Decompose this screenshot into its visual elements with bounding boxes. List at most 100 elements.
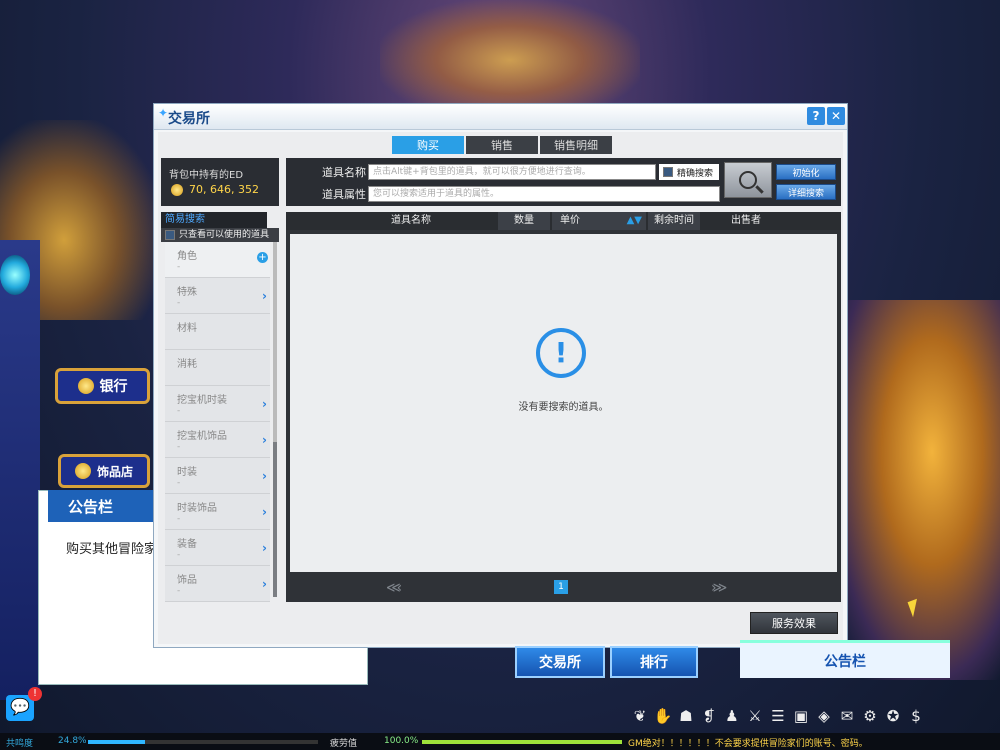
next-page-icon[interactable]: ›≫ — [711, 580, 727, 596]
list-icon[interactable]: ☰ — [768, 706, 788, 726]
category-item[interactable]: 饰品 - › — [165, 566, 270, 602]
bank-sign[interactable]: 银行 — [55, 368, 150, 404]
background-glow — [380, 0, 640, 120]
col-quantity[interactable]: 数量 — [498, 212, 550, 230]
coin-icon — [74, 463, 91, 479]
pagination: ≪‹ 1 ›≫ — [286, 576, 841, 598]
resonance-label: 共鸣度 — [6, 739, 34, 749]
unit-price-label: 单价 — [560, 215, 580, 226]
ranking-button[interactable]: 排行 — [610, 646, 698, 678]
usable-only-checkbox[interactable]: 只查看可以使用的道具 — [161, 228, 279, 242]
sort-icon[interactable]: ▲▼ — [627, 212, 642, 230]
ed-coin-icon — [171, 183, 183, 196]
category-item[interactable]: 时装饰品 - › — [165, 494, 270, 530]
results-panel: 道具名称 数量 单价 ▲▼ 剩余时间 出售者 ! 没有要搜索的道具。 ≪‹ 1 ›… — [286, 212, 841, 602]
category-item[interactable]: 挖宝机时装 - › — [165, 386, 270, 422]
category-scrollbar[interactable] — [273, 242, 277, 597]
help-button[interactable]: ? — [807, 107, 825, 125]
bag-icon[interactable]: ☗ — [676, 706, 696, 726]
menu-tray: ❦ ✋ ☗ ❡ ♟ ⚔ ☰ ▣ ◈ ✉ ⚙ ✪ $ — [630, 706, 926, 726]
scroll-thumb[interactable] — [273, 442, 277, 597]
category-item[interactable]: 挖宝机饰品 - › — [165, 422, 270, 458]
fatigue-value: 100.0% — [384, 736, 419, 746]
chat-icon: 💬 — [10, 697, 30, 716]
empty-message: 没有要搜索的道具。 — [518, 402, 609, 413]
pet-icon[interactable]: ✋ — [653, 706, 673, 726]
col-remaining-time[interactable]: 剩余时间 — [648, 212, 700, 230]
chevron-right-icon[interactable]: › — [262, 541, 267, 555]
category-sub: - — [177, 442, 181, 452]
exclamation-icon: ! — [536, 328, 586, 378]
category-name: 材料 — [177, 323, 197, 334]
money-box: 背包中持有的ED 70, 646, 352 — [161, 158, 279, 206]
chat-button[interactable]: 💬! — [6, 687, 42, 721]
item-name-label: 道具名称 — [322, 166, 366, 179]
category-list: 角色 - + 特殊 - › 材料 消耗 挖宝机时装 - › 挖宝机饰品 - › 时装 - › 时装饰品 - › 装备 - ›… — [165, 242, 270, 605]
search-panel: 道具名称 点击Alt键+背包里的道具，就可以很方便地进行查询。 精确搜索 道具属… — [286, 158, 841, 206]
fatigue-label: 疲劳值 — [330, 739, 358, 749]
tab-buy[interactable]: 购买 — [392, 136, 464, 154]
category-item[interactable]: 消耗 — [165, 350, 270, 386]
exchange-button[interactable]: 交易所 — [515, 646, 605, 678]
window-titlebar[interactable]: ✦ 交易所 ? ✕ — [154, 104, 847, 130]
sparkle-icon: ✦ — [158, 106, 169, 120]
category-sub: - — [177, 406, 181, 416]
category-item[interactable]: 特殊 - › — [165, 278, 270, 314]
item-attribute-input[interactable]: 您可以搜索适用于道具的属性。 — [368, 186, 720, 202]
detail-search-button[interactable]: 详细搜索 — [776, 184, 836, 200]
category-sub: - — [177, 262, 181, 272]
category-item[interactable]: 装备 - › — [165, 530, 270, 566]
chat-icon[interactable]: ✉ — [837, 706, 857, 726]
page-number[interactable]: 1 — [554, 580, 568, 594]
notice-text: 购买其他冒险家 — [66, 542, 156, 557]
tab-sales-details[interactable]: 销售明细 — [540, 136, 612, 154]
category-sub: - — [177, 586, 181, 596]
notice-board-button[interactable]: 公告栏 — [740, 640, 950, 678]
right-decoration — [830, 300, 1000, 680]
category-name: 时装饰品 — [177, 503, 217, 514]
chevron-right-icon[interactable]: › — [262, 577, 267, 591]
prev-page-icon[interactable]: ≪‹ — [386, 580, 402, 596]
notice-title: 公告栏 — [48, 490, 168, 522]
checkbox-icon — [165, 230, 175, 240]
chevron-right-icon[interactable]: › — [262, 397, 267, 411]
box-icon[interactable]: ▣ — [791, 706, 811, 726]
close-button[interactable]: ✕ — [827, 107, 845, 125]
chevron-right-icon[interactable]: › — [262, 469, 267, 483]
status-bar: 共鸣度 24.8% 疲劳值 100.0% GM绝对！！！！！！不会要求提供冒险家… — [0, 733, 1000, 750]
accessory-shop-sign[interactable]: 饰品店 — [58, 454, 150, 488]
guild-icon[interactable]: ◈ — [814, 706, 834, 726]
book-icon[interactable]: ❡ — [699, 706, 719, 726]
service-effect-button[interactable]: 服务效果 — [750, 612, 838, 634]
results-header: 道具名称 数量 单价 ▲▼ 剩余时间 出售者 — [286, 212, 841, 230]
money-label: 背包中持有的ED — [169, 170, 244, 181]
category-item[interactable]: 材料 — [165, 314, 270, 350]
tab-sell[interactable]: 销售 — [466, 136, 538, 154]
exchange-window: ✦ 交易所 ? ✕ 购买 销售 销售明细 背包中持有的ED 70, 646, 3… — [153, 103, 848, 648]
col-unit-price[interactable]: 单价 ▲▼ — [552, 212, 646, 230]
bank-sign-label: 银行 — [99, 379, 128, 395]
chevron-right-icon[interactable]: › — [262, 289, 267, 303]
search-button[interactable] — [724, 162, 772, 198]
category-sub: - — [177, 298, 181, 308]
fatigue-bar — [422, 740, 622, 744]
col-seller[interactable]: 出售者 — [706, 212, 786, 230]
sword-icon[interactable]: ⚔ — [745, 706, 765, 726]
settings-icon[interactable]: ⚙ — [860, 706, 880, 726]
category-sub: - — [177, 514, 181, 524]
reset-button[interactable]: 初始化 — [776, 164, 836, 180]
wind-icon[interactable]: ❦ — [630, 706, 650, 726]
col-item-name[interactable]: 道具名称 — [326, 212, 496, 230]
results-body: ! 没有要搜索的道具。 — [290, 234, 837, 572]
character-icon[interactable]: ♟ — [722, 706, 742, 726]
chevron-right-icon[interactable]: › — [262, 505, 267, 519]
category-item[interactable]: 时装 - › — [165, 458, 270, 494]
cash-icon[interactable]: $ — [906, 706, 926, 726]
shop-icon[interactable]: ✪ — [883, 706, 903, 726]
category-item[interactable]: 角色 - + — [165, 242, 270, 278]
background-orb — [0, 255, 30, 295]
plus-icon[interactable]: + — [257, 252, 268, 263]
chevron-right-icon[interactable]: › — [262, 433, 267, 447]
exact-search-checkbox[interactable]: 精确搜索 — [659, 164, 719, 180]
item-name-input[interactable]: 点击Alt键+背包里的道具，就可以很方便地进行查询。 — [368, 164, 656, 180]
